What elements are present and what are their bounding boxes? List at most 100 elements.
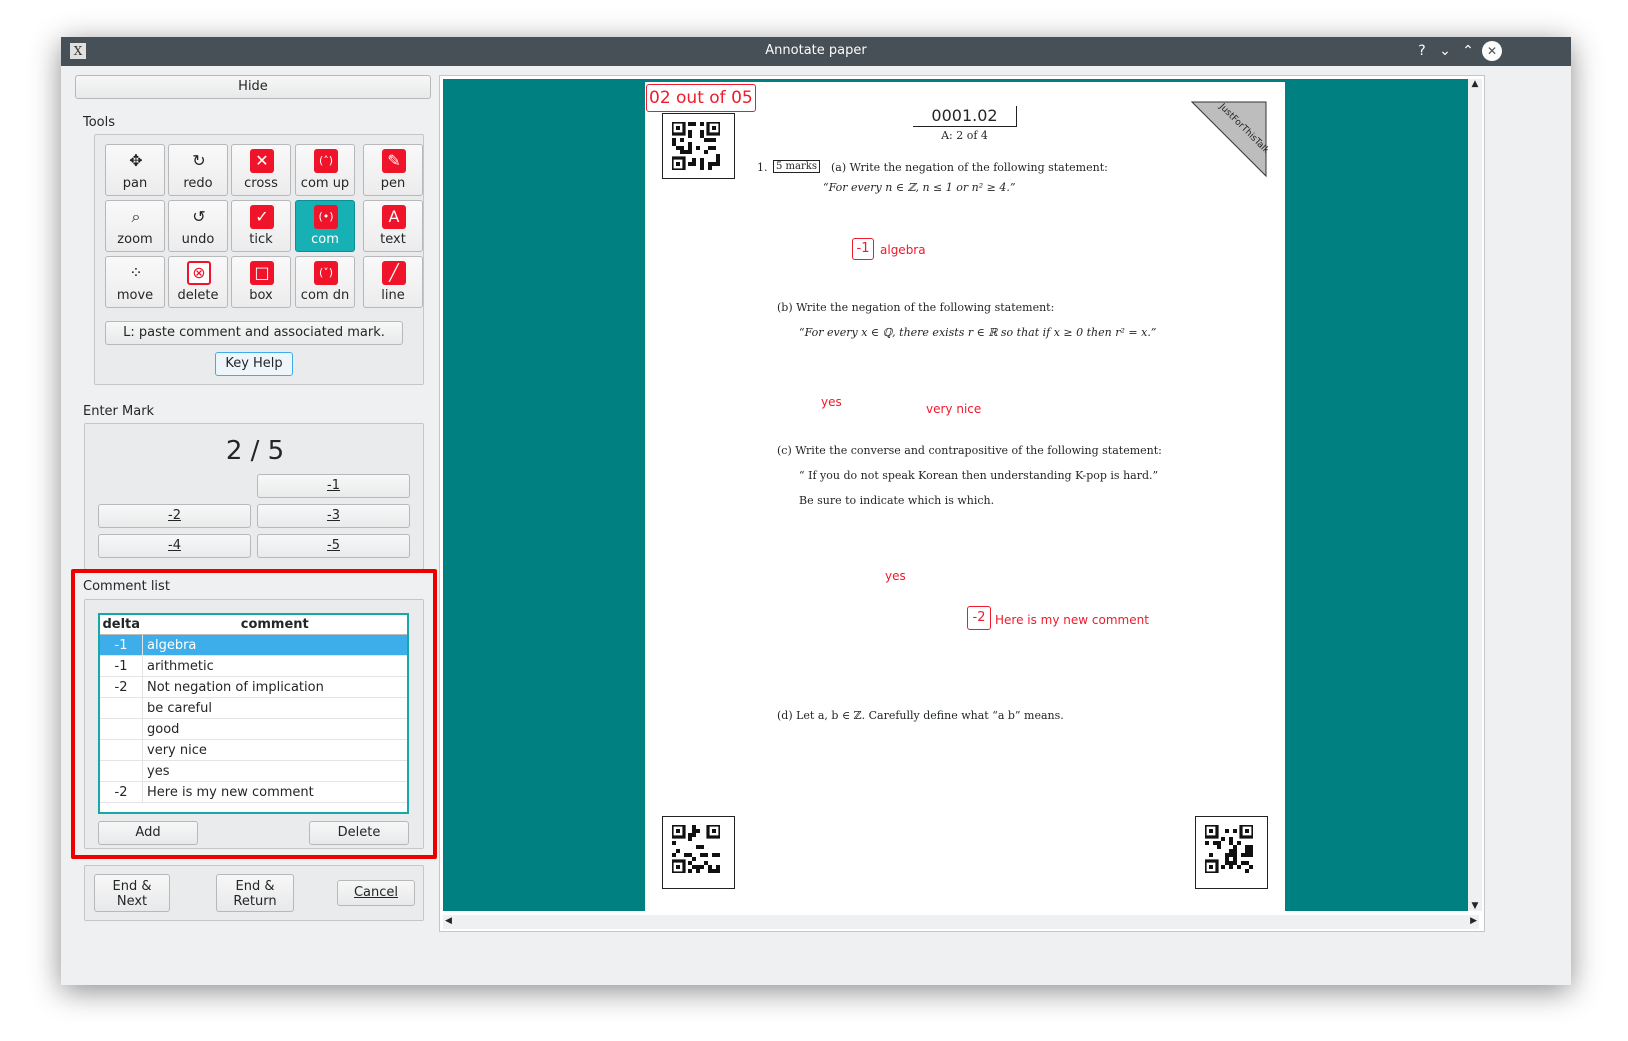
scroll-down-arrow-icon[interactable]: ▼	[1468, 901, 1482, 911]
minimize-button[interactable]: ⌄	[1435, 41, 1455, 61]
tool-label: undo	[181, 232, 215, 247]
mark-minus-1-button[interactable]: -1	[257, 474, 410, 498]
comment-text-cell[interactable]: very nice	[142, 739, 407, 761]
mark-minus-2-button[interactable]: -2	[98, 504, 251, 528]
box-icon: □	[250, 261, 274, 285]
annotation-delta-c[interactable]: -2	[967, 606, 991, 630]
comment-delta-cell[interactable]	[100, 739, 143, 761]
scroll-up-arrow-icon[interactable]: ▲	[1468, 79, 1482, 89]
tool-label: com up	[300, 176, 350, 191]
column-header-delta[interactable]: delta	[100, 615, 143, 635]
annotation-b-very-nice[interactable]: very nice	[926, 402, 981, 416]
end-next-button[interactable]: End & Next	[94, 874, 170, 912]
comment-text-cell[interactable]: arithmetic	[142, 655, 407, 677]
tool-delete-button[interactable]: ⊗ delete	[168, 256, 228, 308]
tool-label: move	[116, 288, 154, 303]
qr-code-bottom-left	[662, 816, 735, 889]
tool-line-button[interactable]: ╱ line	[363, 256, 423, 308]
mark-minus-4-button[interactable]: -4	[98, 534, 251, 558]
comment-text-cell[interactable]: Here is my new comment	[142, 781, 407, 803]
comment-delta-cell[interactable]	[100, 697, 143, 719]
tool-tick-button[interactable]: ✓ tick	[231, 200, 291, 252]
vertical-scrollbar[interactable]: ▲ ▼	[1468, 79, 1482, 911]
comment-text-cell[interactable]: be careful	[142, 697, 407, 719]
mark-minus-3-button[interactable]: -3	[257, 504, 410, 528]
comment-delta-cell[interactable]	[100, 718, 143, 740]
comment-row[interactable]: -1 algebra	[100, 634, 407, 656]
close-button[interactable]: ✕	[1482, 41, 1502, 61]
tool-com-dn-button[interactable]: (˅) com dn	[295, 256, 355, 308]
zoom-icon: ⌕	[131, 207, 141, 226]
page-viewer[interactable]: 02 out of 05 0001.02 A: 2 of 4 JustForTh…	[439, 75, 1485, 932]
question-c: (c) Write the converse and contrapositiv…	[777, 444, 1162, 457]
comment-row[interactable]: -2 Here is my new comment	[100, 781, 407, 803]
comment-text-cell[interactable]: yes	[142, 760, 407, 782]
annotation-c-yes[interactable]: yes	[885, 569, 906, 583]
comment-delta-cell[interactable]: -2	[100, 781, 143, 803]
tool-pen-button[interactable]: ✎ pen	[363, 144, 423, 196]
test-id: 0001.02	[913, 106, 1017, 127]
key-help-button[interactable]: Key Help	[215, 352, 293, 376]
tool-redo-button[interactable]: ↻ redo	[168, 144, 228, 196]
add-comment-button[interactable]: Add	[98, 821, 198, 845]
annotation-b-yes[interactable]: yes	[821, 395, 842, 409]
horizontal-scrollbar[interactable]: ◀ ▶	[443, 915, 1479, 929]
comment-row[interactable]: be careful	[100, 697, 407, 719]
tool-text-button[interactable]: Atext	[363, 200, 423, 252]
qr-pattern	[672, 122, 720, 170]
marks-box: 5 marks	[773, 160, 820, 173]
move-icon: ⁘	[129, 263, 143, 282]
cancel-button[interactable]: Cancel	[337, 880, 415, 906]
annotation-text-a[interactable]: algebra	[880, 243, 926, 257]
comment-icon: (•)	[314, 205, 338, 229]
paper-page[interactable]: 02 out of 05 0001.02 A: 2 of 4 JustForTh…	[645, 82, 1285, 911]
scroll-left-arrow-icon[interactable]: ◀	[445, 916, 452, 926]
hint-field: L: paste comment and associated mark.	[105, 321, 403, 345]
corner-stamp: JustForThisTalk	[1190, 100, 1268, 178]
annotation-delta-a[interactable]: -1	[852, 238, 874, 260]
viewer-background: 02 out of 05 0001.02 A: 2 of 4 JustForTh…	[443, 79, 1479, 911]
annotate-window: X Annotate paper ? ⌄ ⌃ ✕ Hide Tools ✥ pan…	[61, 37, 1571, 985]
comment-row[interactable]: yes	[100, 760, 407, 782]
text-icon: A	[382, 205, 406, 229]
comment-text-cell[interactable]: good	[142, 718, 407, 740]
comment-text-cell[interactable]: Not negation of implication	[142, 676, 407, 698]
comment-delta-cell[interactable]	[100, 760, 143, 782]
tool-label: pan	[122, 176, 148, 191]
comment-delta-cell[interactable]: -1	[100, 655, 143, 677]
qr-pattern	[672, 825, 720, 873]
comment-row[interactable]: -2 Not negation of implication	[100, 676, 407, 698]
scroll-right-arrow-icon[interactable]: ▶	[1470, 916, 1477, 926]
annotation-text-c[interactable]: Here is my new comment	[995, 613, 1149, 627]
mark-minus-5-button[interactable]: -5	[257, 534, 410, 558]
column-header-comment[interactable]: comment	[142, 615, 407, 635]
finish-group: End & Next End & Return Cancel	[84, 865, 424, 921]
tool-box-button[interactable]: □ box	[231, 256, 291, 308]
tool-label: text	[380, 232, 406, 247]
question-c-note: Be sure to indicate which is which.	[799, 494, 995, 507]
tool-com-up-button[interactable]: (˄) com up	[295, 144, 355, 196]
undo-icon: ↺	[192, 207, 206, 226]
delete-comment-button[interactable]: Delete	[309, 821, 409, 845]
help-button[interactable]: ?	[1412, 41, 1432, 61]
question-b-statement: “For every x ∈ ℚ, there exists r ∈ ℝ so …	[799, 326, 1157, 339]
tool-pan-button[interactable]: ✥ pan	[105, 144, 165, 196]
comment-delta-cell[interactable]: -2	[100, 676, 143, 698]
hide-button[interactable]: Hide	[75, 75, 431, 99]
tool-com-button[interactable]: (•) com	[295, 200, 355, 252]
tool-move-button[interactable]: ⁘ move	[105, 256, 165, 308]
maximize-button[interactable]: ⌃	[1458, 41, 1478, 61]
page-stamp: 02 out of 05	[646, 84, 756, 112]
tool-undo-button[interactable]: ↺ undo	[168, 200, 228, 252]
tool-label: pen	[380, 176, 406, 191]
comment-row[interactable]: good	[100, 718, 407, 740]
tool-cross-button[interactable]: ✕ cross	[231, 144, 291, 196]
comment-row[interactable]: very nice	[100, 739, 407, 761]
enter-mark-label: Enter Mark	[83, 404, 155, 419]
comment-delta-cell[interactable]: -1	[100, 634, 143, 656]
end-return-button[interactable]: End & Return	[216, 874, 294, 912]
comment-text-cell[interactable]: algebra	[142, 634, 407, 656]
tools-label: Tools	[83, 115, 116, 130]
tool-zoom-button[interactable]: ⌕ zoom	[105, 200, 165, 252]
comment-row[interactable]: -1 arithmetic	[100, 655, 407, 677]
